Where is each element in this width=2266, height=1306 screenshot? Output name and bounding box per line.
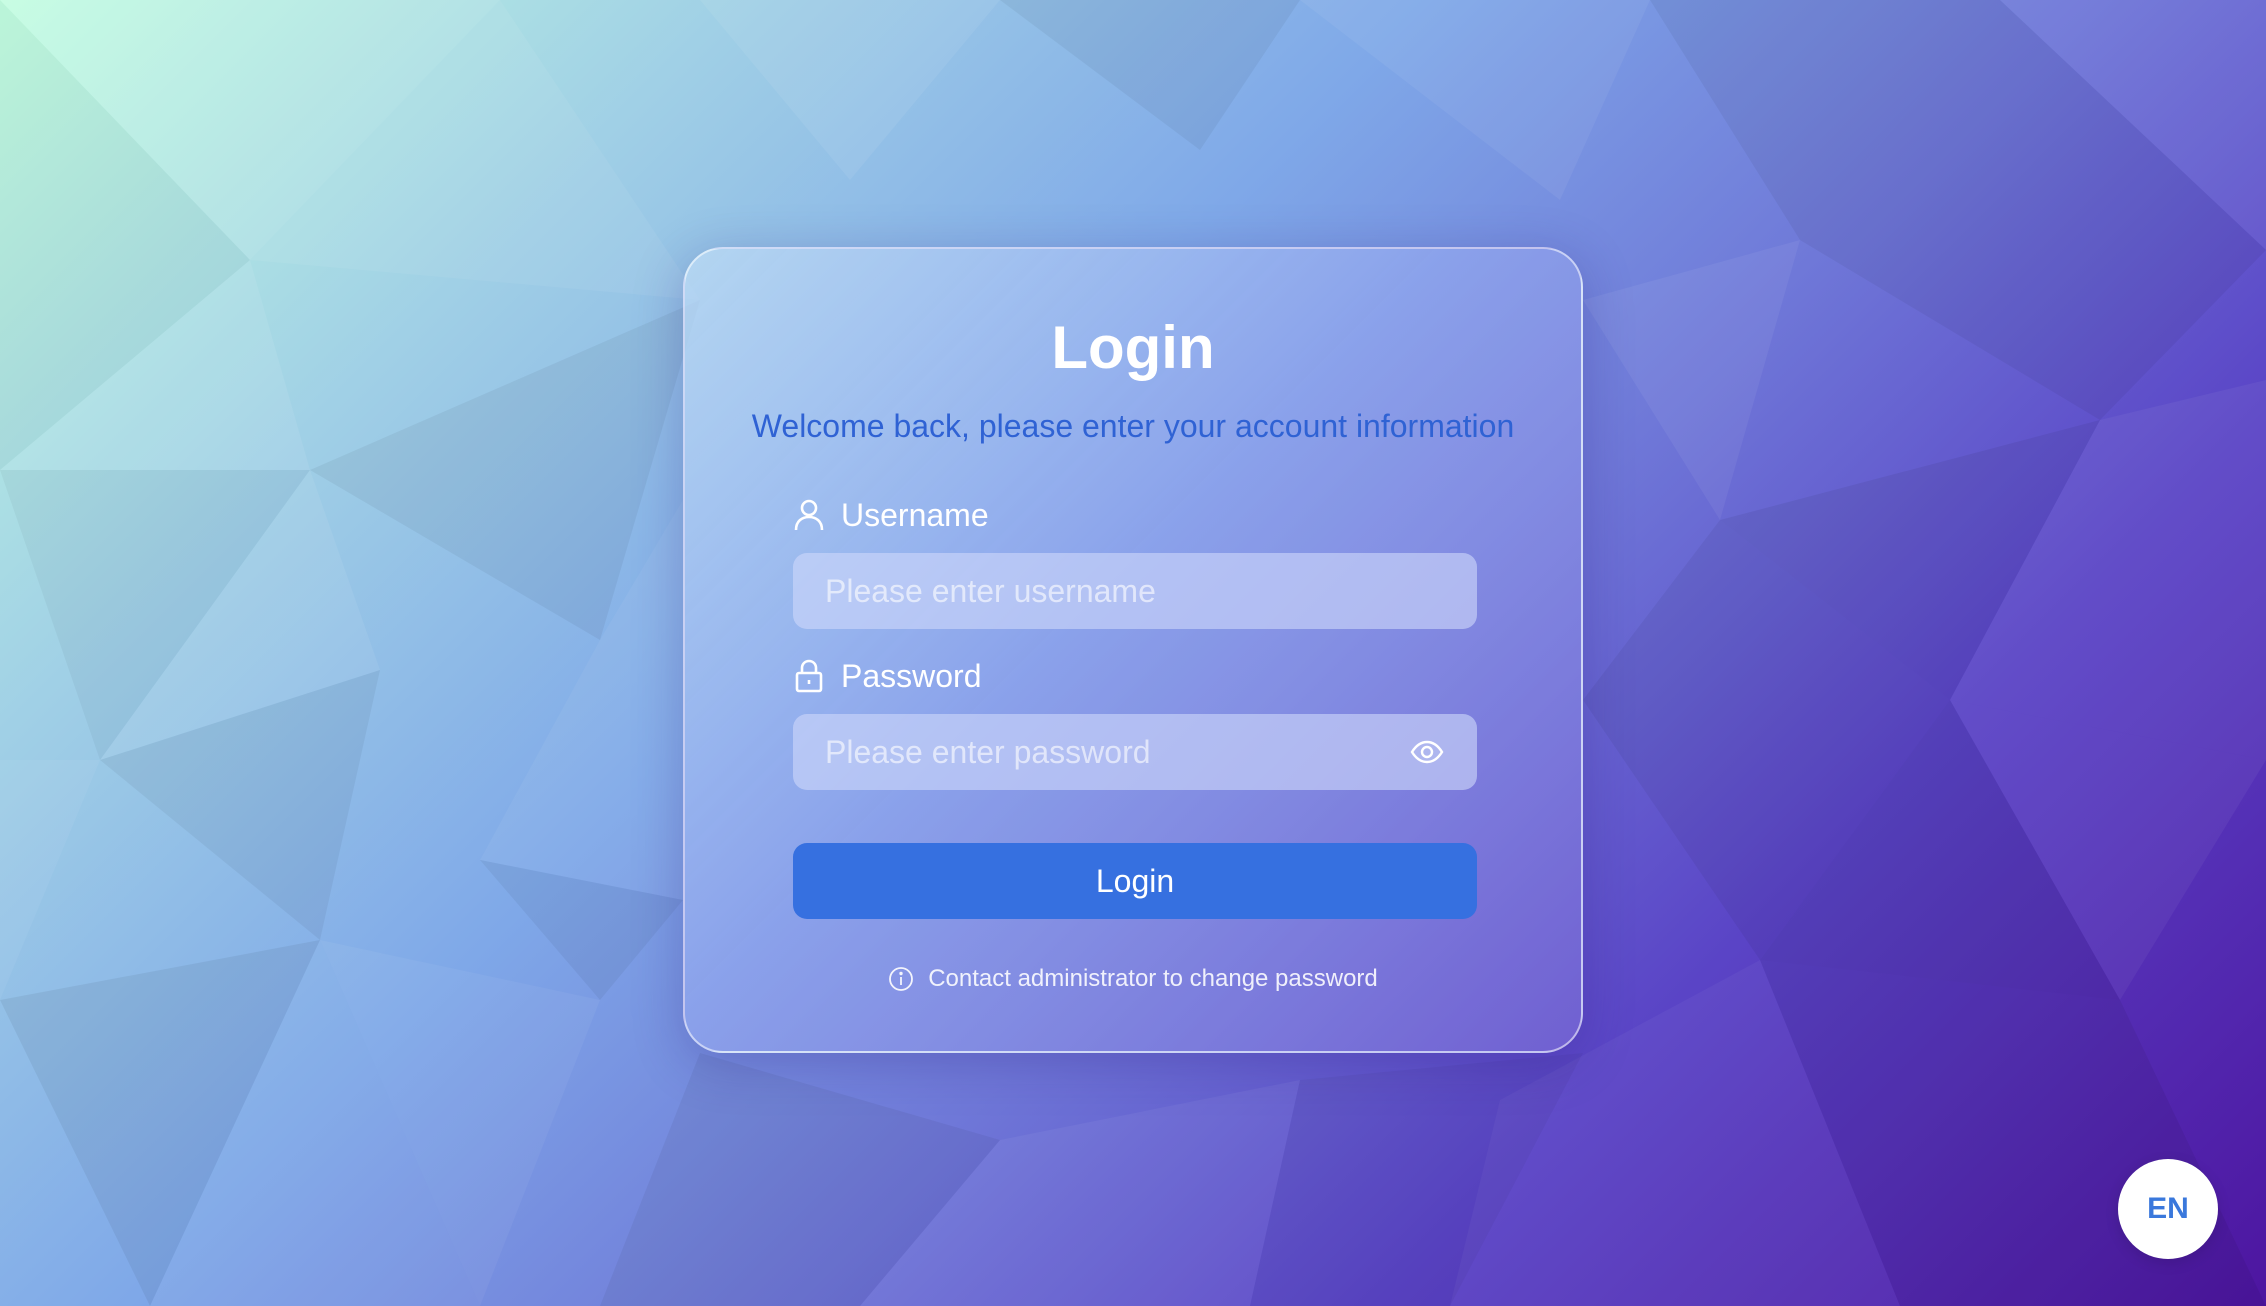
login-button[interactable]: Login (793, 843, 1477, 919)
info-icon (888, 966, 914, 992)
password-input[interactable] (825, 733, 1409, 771)
login-subtitle: Welcome back, please enter your account … (751, 408, 1515, 444)
user-icon (793, 497, 825, 533)
username-label-row: Username (793, 493, 989, 537)
password-field[interactable] (793, 714, 1477, 790)
password-label: Password (841, 657, 982, 694)
eye-icon[interactable] (1409, 734, 1445, 770)
username-input[interactable] (825, 572, 1445, 610)
login-title: Login (1051, 314, 1215, 381)
language-toggle-button[interactable]: EN (2118, 1159, 2218, 1259)
password-label-row: Password (793, 654, 982, 698)
password-hint: Contact administrator to change password (685, 965, 1581, 993)
username-label: Username (841, 496, 989, 533)
username-field[interactable] (793, 553, 1477, 629)
login-card: Login Welcome back, please enter your ac… (683, 247, 1583, 1053)
lock-icon (793, 658, 825, 694)
password-hint-text: Contact administrator to change password (928, 965, 1378, 992)
